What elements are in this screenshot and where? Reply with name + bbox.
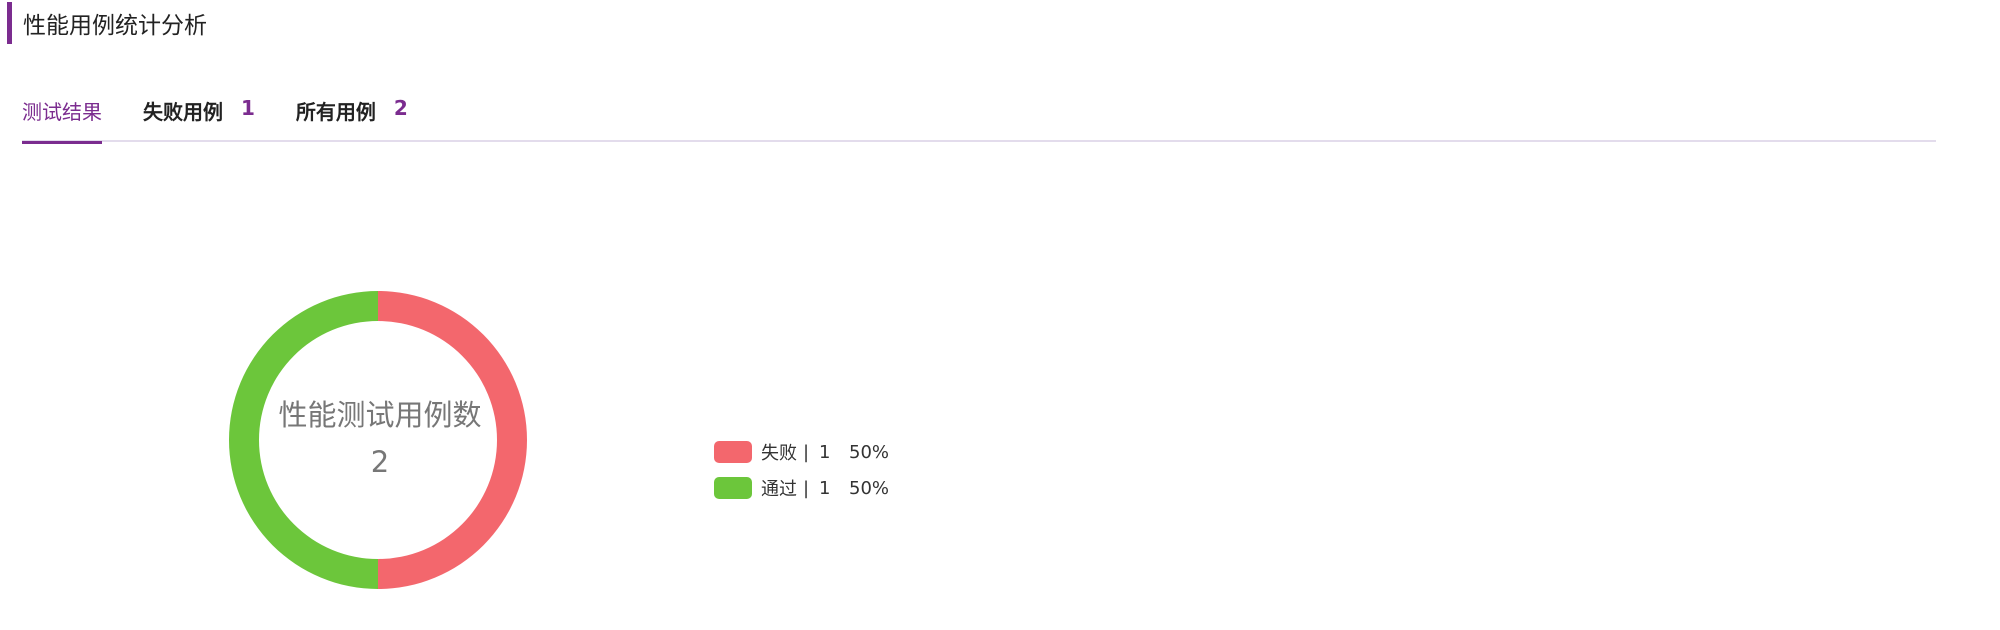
page-title: 性能用例统计分析 — [23, 13, 207, 39]
legend-item-failed[interactable]: 失败 | 1 50% — [714, 434, 889, 470]
tab-label: 失败用例 — [143, 100, 223, 124]
tab-test-results[interactable]: 测试结果 — [22, 96, 102, 144]
donut-chart-svg — [229, 291, 527, 589]
chart-center-title: 性能测试用例数 — [278, 398, 482, 432]
tab-failed-cases[interactable]: 失败用例 1 — [143, 96, 255, 142]
donut-slice-passed[interactable] — [229, 291, 378, 589]
legend-separator: | — [803, 477, 810, 499]
donut-slice-failed[interactable] — [378, 291, 527, 589]
legend-count: 1 — [819, 477, 831, 499]
legend-count: 1 — [819, 441, 831, 463]
legend-item-passed[interactable]: 通过 | 1 50% — [714, 470, 889, 506]
tab-bar: 测试结果 失败用例 1 所有用例 2 — [22, 96, 1936, 144]
legend-separator: | — [803, 441, 810, 463]
page-header: 性能用例统计分析 — [7, 2, 207, 44]
tab-label: 所有用例 — [295, 100, 376, 124]
tab-label: 测试结果 — [22, 100, 102, 124]
tab-count: 2 — [393, 96, 408, 120]
legend-swatch — [714, 477, 752, 499]
chart-legend: 失败 | 1 50% 通过 | 1 50% — [714, 434, 889, 506]
donut-chart: 性能测试用例数 2 — [220, 280, 540, 600]
chart-center-value: 2 — [370, 445, 390, 479]
legend-percent: 50% — [849, 441, 890, 463]
tab-all-cases[interactable]: 所有用例 2 — [296, 96, 408, 142]
tab-count: 1 — [241, 96, 255, 120]
legend-swatch — [714, 441, 752, 463]
legend-name: 通过 — [761, 479, 797, 500]
legend-name: 失败 — [761, 443, 797, 464]
legend-percent: 50% — [849, 477, 890, 499]
